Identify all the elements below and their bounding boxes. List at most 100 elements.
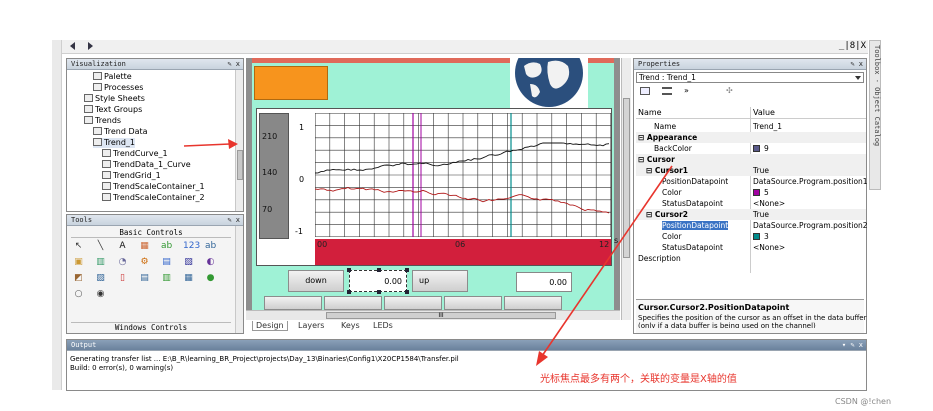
tool-icon[interactable]: ⚙ — [139, 257, 150, 268]
tool-icon[interactable]: ▣ — [73, 257, 84, 268]
property-value[interactable]: 5 — [753, 187, 769, 198]
output-panel-controls[interactable]: ▾ ✎ x — [842, 340, 863, 350]
tool-icon[interactable]: ▥ — [95, 257, 106, 268]
editor-tabs: Design Layers Keys LEDs — [252, 321, 452, 332]
tool-icon[interactable]: ◐ — [205, 257, 216, 268]
forward-icon[interactable] — [88, 42, 93, 50]
column-name-header: Name — [638, 108, 662, 117]
property-value[interactable]: 3 — [753, 231, 769, 242]
tool-icon[interactable]: ● — [205, 273, 216, 284]
tool-icon[interactable]: ▦ — [139, 241, 150, 252]
tree-item[interactable]: TrendGrid_1 — [102, 171, 161, 181]
value-field-1[interactable]: 0.00 — [347, 268, 409, 294]
tree-item[interactable]: TrendData_1_Curve — [102, 160, 191, 170]
footer-button-1[interactable] — [264, 296, 322, 310]
tree-item[interactable]: Text Groups — [84, 105, 142, 115]
property-value[interactable]: Trend_1 — [753, 121, 782, 132]
properties-panel-controls[interactable]: ✎ x — [850, 59, 863, 69]
expand-icon[interactable]: » — [684, 86, 689, 95]
tool-icon[interactable]: ▤ — [139, 273, 150, 284]
property-value[interactable]: True — [753, 165, 769, 176]
categorized-icon[interactable] — [640, 87, 650, 95]
footer-button-2[interactable] — [324, 296, 382, 310]
property-value-text: Trend_1 — [753, 122, 783, 131]
selection-handle — [347, 268, 351, 272]
globe-image — [510, 58, 588, 108]
back-icon[interactable] — [70, 42, 75, 50]
property-value-text: DataSource.Program.position2 — [753, 221, 868, 230]
tree-item[interactable]: TrendScaleContainer_1 — [102, 182, 205, 192]
alphabetical-icon[interactable] — [662, 87, 672, 95]
tool-icon[interactable]: ↖ — [73, 241, 84, 252]
windows-controls-header[interactable]: Windows Controls — [71, 322, 231, 332]
output-panel: Output ▾ ✎ x Generating transfer list ..… — [66, 339, 867, 391]
tree-item[interactable]: Trend Data — [93, 127, 148, 137]
editor-tab[interactable]: Layers — [295, 321, 327, 331]
pin-icon[interactable]: ✣ — [726, 86, 733, 95]
tree-item[interactable]: Style Sheets — [84, 94, 145, 104]
tool-icon[interactable]: ▧ — [183, 257, 194, 268]
tree-item[interactable]: Processes — [93, 83, 143, 93]
tool-icon[interactable]: ◉ — [95, 289, 106, 300]
scrollbar-thumb[interactable] — [237, 150, 243, 180]
tool-icon[interactable]: 123 — [183, 241, 200, 252]
column-value-header: Value — [753, 108, 775, 117]
tool-icon[interactable]: ◩ — [73, 273, 84, 284]
tools-scrollbar[interactable] — [235, 226, 243, 333]
canvas-hscroll-thumb[interactable]: III — [326, 312, 556, 319]
tree-item-label: Trends — [95, 116, 122, 125]
property-row[interactable]: ⊟ Appearance — [636, 132, 866, 143]
editor-tab[interactable]: LEDs — [370, 321, 396, 331]
tree-item-label: TrendGrid_1 — [113, 171, 161, 180]
property-value-text: 9 — [764, 144, 769, 153]
tools-panel-controls[interactable]: ✎ x — [227, 215, 240, 225]
tool-icon[interactable]: ▥ — [161, 273, 172, 284]
property-value[interactable]: <None> — [753, 198, 785, 209]
tool-icon[interactable]: ▦ — [183, 273, 194, 284]
toolbox-side-tab[interactable]: Toolbox - Object Catalog — [869, 40, 881, 190]
tree-item[interactable]: Trends — [84, 116, 121, 126]
tool-icon[interactable]: ╲ — [95, 241, 106, 252]
visualization-panel-controls[interactable]: ✎ x — [227, 59, 240, 69]
visualization-title: Visualization — [71, 60, 126, 68]
selection-handle — [405, 290, 409, 294]
property-value-text: <None> — [753, 199, 786, 208]
down-button[interactable]: down — [288, 270, 344, 292]
footer-button-4[interactable] — [444, 296, 502, 310]
tool-icon[interactable]: ab — [205, 241, 216, 252]
tool-icon[interactable]: ▨ — [95, 273, 106, 284]
tree-item[interactable]: TrendCurve_1 — [102, 149, 168, 159]
property-value[interactable]: DataSource.Program.position1 — [753, 176, 868, 187]
tree-item[interactable]: Palette — [93, 72, 132, 82]
tool-icon[interactable]: ▤ — [161, 257, 172, 268]
tool-icon[interactable]: ▯ — [117, 273, 128, 284]
editor-tab[interactable]: Design — [252, 321, 288, 331]
property-value[interactable]: DataSource.Program.position2 — [753, 220, 868, 231]
tree-item[interactable]: TrendScaleContainer_2 — [102, 193, 205, 203]
tool-icon[interactable]: A — [117, 241, 128, 252]
tool-icon[interactable]: ab — [161, 241, 172, 252]
footer-button-3[interactable] — [384, 296, 442, 310]
scale-tick-70: 70 — [262, 205, 273, 214]
tree-node-icon — [84, 94, 93, 102]
collapse-icon[interactable]: ⊟ — [638, 133, 647, 142]
property-value[interactable]: <None> — [753, 242, 785, 253]
tool-icon[interactable]: ○ — [73, 289, 84, 300]
tree-node-icon — [93, 83, 102, 91]
editor-tab[interactable]: Keys — [338, 321, 363, 331]
property-value[interactable]: True — [753, 209, 769, 220]
basic-controls-header[interactable]: Basic Controls — [71, 228, 231, 238]
property-value[interactable]: 9 — [753, 143, 769, 154]
tree-item-label: TrendScaleContainer_1 — [113, 182, 205, 191]
tree-item[interactable]: Trend_1 — [93, 138, 135, 148]
time-tick-00: 00 — [317, 240, 328, 249]
property-row[interactable]: Name Trend_1 — [636, 121, 866, 132]
up-button[interactable]: up — [412, 270, 468, 292]
window-controls[interactable]: _|8|X — [839, 41, 866, 51]
property-row[interactable]: BackColor 9 — [636, 143, 866, 154]
selection-handle — [377, 268, 381, 272]
object-selector[interactable]: Trend : Trend_1 — [636, 72, 864, 83]
tool-icon[interactable]: ◔ — [117, 257, 128, 268]
tools-title-bar: Tools ✎ x — [67, 215, 243, 226]
selection-handle — [405, 268, 409, 272]
